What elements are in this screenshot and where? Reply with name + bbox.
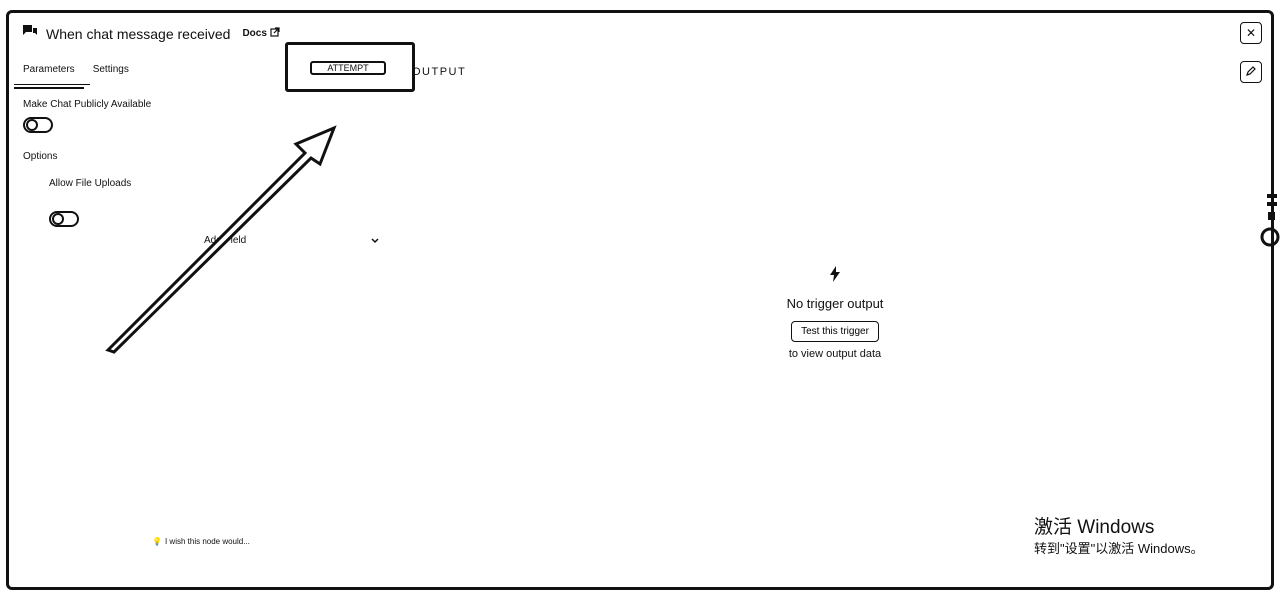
output-tab-button[interactable]: ATTEMPT	[310, 61, 386, 75]
feedback-link[interactable]: 💡 I wish this node would...	[152, 537, 250, 546]
test-trigger-button[interactable]: Test this trigger	[791, 321, 879, 342]
windows-activation-title: 激活 Windows	[1034, 517, 1155, 538]
pencil-icon	[1246, 65, 1256, 79]
bolt-icon	[829, 266, 841, 288]
edit-button[interactable]	[1240, 61, 1262, 83]
annotation-arrow	[105, 125, 337, 354]
close-icon: ✕	[1245, 26, 1257, 40]
empty-state-title: No trigger output	[786, 296, 884, 311]
side-panel-handle[interactable]	[1258, 190, 1280, 250]
windows-activation-subtitle: 转到"设置"以激活 Windows。	[1034, 541, 1204, 556]
bulb-icon: 💡	[152, 537, 162, 546]
output-tab-label[interactable]: OUTPUT	[412, 66, 466, 78]
empty-state-subtitle: to view output data	[788, 348, 882, 360]
output-empty-state: No trigger output Test this trigger to v…	[735, 266, 935, 360]
close-button[interactable]: ✕	[1240, 22, 1262, 44]
